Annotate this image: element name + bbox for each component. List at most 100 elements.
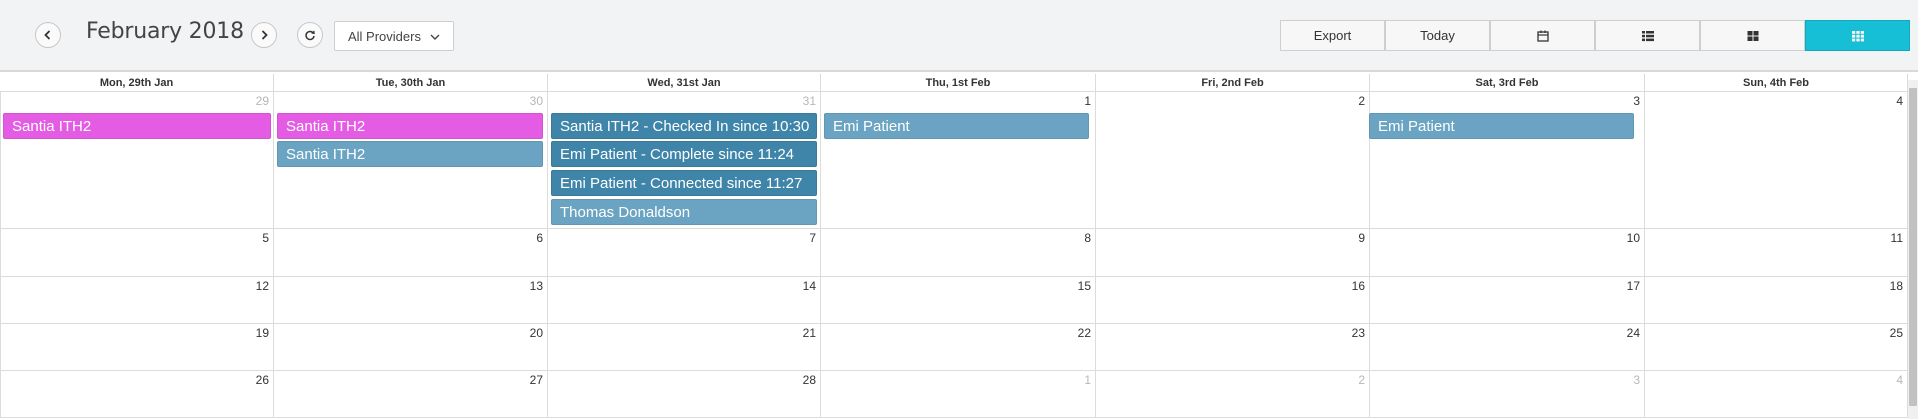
day-cell[interactable]: 13 xyxy=(274,277,548,323)
day-cell[interactable]: 5 xyxy=(0,229,274,276)
calendar-event[interactable]: Santia ITH2 xyxy=(277,141,543,167)
day-cell[interactable]: 2 xyxy=(1096,371,1370,417)
day-number: 19 xyxy=(255,326,269,340)
day-number: 14 xyxy=(802,279,816,293)
weekday-header: Thu, 1st Feb xyxy=(821,74,1096,92)
chevron-down-icon xyxy=(430,34,440,40)
calendar-event[interactable]: Emi Patient xyxy=(1369,113,1634,139)
day-number: 2 xyxy=(1358,94,1365,108)
weekday-header: Wed, 31st Jan xyxy=(548,74,821,92)
day-number: 12 xyxy=(255,279,269,293)
calendar-event[interactable]: Thomas Donaldson xyxy=(551,199,817,225)
day-number: 9 xyxy=(1358,231,1365,245)
day-view-button[interactable] xyxy=(1490,20,1595,51)
calendar-event[interactable]: Emi Patient xyxy=(824,113,1089,139)
day-cell[interactable]: 1 xyxy=(821,371,1096,417)
day-cell[interactable]: 24 xyxy=(1370,324,1645,370)
week-row: 5 6 7 8 9 10 11 xyxy=(0,229,1908,277)
week-view-button[interactable] xyxy=(1700,20,1805,51)
day-cell[interactable]: 22 xyxy=(821,324,1096,370)
weekday-header: Fri, 2nd Feb xyxy=(1096,74,1370,92)
day-cell[interactable]: 19 xyxy=(0,324,274,370)
day-number: 10 xyxy=(1626,231,1640,245)
day-cell[interactable]: 25 xyxy=(1645,324,1908,370)
day-number: 13 xyxy=(529,279,543,293)
day-number: 3 xyxy=(1633,94,1640,108)
day-number: 1 xyxy=(1084,94,1091,108)
day-number: 15 xyxy=(1077,279,1091,293)
day-cell[interactable]: 4 xyxy=(1645,371,1908,417)
day-number: 7 xyxy=(809,231,816,245)
day-cell[interactable]: 20 xyxy=(274,324,548,370)
day-number: 27 xyxy=(529,373,543,387)
day-number: 18 xyxy=(1889,279,1903,293)
export-button[interactable]: Export xyxy=(1280,20,1385,51)
day-cell[interactable]: 2 xyxy=(1096,92,1370,228)
day-cell[interactable]: 8 xyxy=(821,229,1096,276)
chevron-right-icon xyxy=(261,30,268,40)
day-cell[interactable]: 11 xyxy=(1645,229,1908,276)
next-month-button[interactable] xyxy=(251,22,277,48)
day-number: 28 xyxy=(802,373,816,387)
week-row: 19 20 21 22 23 24 25 xyxy=(0,324,1908,371)
day-number: 3 xyxy=(1633,373,1640,387)
day-cell[interactable]: 6 xyxy=(274,229,548,276)
day-number: 22 xyxy=(1077,326,1091,340)
day-number: 26 xyxy=(255,373,269,387)
day-cell[interactable]: 17 xyxy=(1370,277,1645,323)
refresh-icon xyxy=(305,30,315,41)
today-button[interactable]: Today xyxy=(1385,20,1490,51)
day-number: 6 xyxy=(536,231,543,245)
weekday-header: Tue, 30th Jan xyxy=(274,74,548,92)
day-number: 4 xyxy=(1896,94,1903,108)
weekday-header-row: Mon, 29th Jan Tue, 30th Jan Wed, 31st Ja… xyxy=(0,74,1908,92)
day-number: 8 xyxy=(1084,231,1091,245)
day-cell[interactable]: 10 xyxy=(1370,229,1645,276)
day-number: 23 xyxy=(1351,326,1365,340)
provider-select[interactable]: All Providers xyxy=(334,21,454,51)
calendar-event[interactable]: Santia ITH2 xyxy=(277,113,543,139)
day-cell[interactable]: 23 xyxy=(1096,324,1370,370)
list-icon xyxy=(1641,30,1654,41)
day-number: 25 xyxy=(1889,326,1903,340)
list-view-button[interactable] xyxy=(1595,20,1700,51)
month-view-button[interactable] xyxy=(1805,20,1910,51)
chevron-left-icon xyxy=(44,30,51,40)
month-title: February 2018 xyxy=(86,19,244,44)
day-number: 11 xyxy=(1890,231,1903,245)
calendar-toolbar: February 2018 All Providers Export Today xyxy=(0,0,1918,72)
week-row: 12 13 14 15 16 17 18 xyxy=(0,277,1908,324)
calendar-event[interactable]: Santia ITH2 - Checked In since 10:30 xyxy=(551,113,817,139)
vertical-scrollbar[interactable] xyxy=(1908,80,1918,419)
calendar-event[interactable]: Santia ITH2 xyxy=(3,113,271,139)
day-cell[interactable]: 3 xyxy=(1370,371,1645,417)
grid-icon xyxy=(1747,30,1758,41)
day-number: 4 xyxy=(1896,373,1903,387)
month-grid-icon xyxy=(1851,30,1864,41)
day-number: 17 xyxy=(1626,279,1640,293)
day-cell[interactable]: 27 xyxy=(274,371,548,417)
calendar-event[interactable]: Emi Patient - Complete since 11:24 xyxy=(551,141,817,167)
refresh-button[interactable] xyxy=(297,22,323,48)
day-cell[interactable]: 21 xyxy=(548,324,821,370)
weekday-header: Sat, 3rd Feb xyxy=(1370,74,1645,92)
day-number: 16 xyxy=(1351,279,1365,293)
scrollbar-thumb[interactable] xyxy=(1909,88,1917,406)
previous-month-button[interactable] xyxy=(35,22,61,48)
day-cell[interactable]: 7 xyxy=(548,229,821,276)
day-cell[interactable]: 12 xyxy=(0,277,274,323)
day-cell[interactable]: 14 xyxy=(548,277,821,323)
provider-select-value: All Providers xyxy=(348,28,421,44)
day-number: 31 xyxy=(802,94,816,108)
day-cell[interactable]: 18 xyxy=(1645,277,1908,323)
day-cell[interactable]: 4 xyxy=(1645,92,1908,228)
day-number: 21 xyxy=(802,326,816,340)
day-cell[interactable]: 15 xyxy=(821,277,1096,323)
calendar-event[interactable]: Emi Patient - Connected since 11:27 xyxy=(551,170,817,196)
day-number: 29 xyxy=(255,94,269,108)
day-cell[interactable]: 16 xyxy=(1096,277,1370,323)
day-cell[interactable]: 28 xyxy=(548,371,821,417)
calendar-icon xyxy=(1536,30,1549,42)
day-cell[interactable]: 26 xyxy=(0,371,274,417)
day-cell[interactable]: 9 xyxy=(1096,229,1370,276)
